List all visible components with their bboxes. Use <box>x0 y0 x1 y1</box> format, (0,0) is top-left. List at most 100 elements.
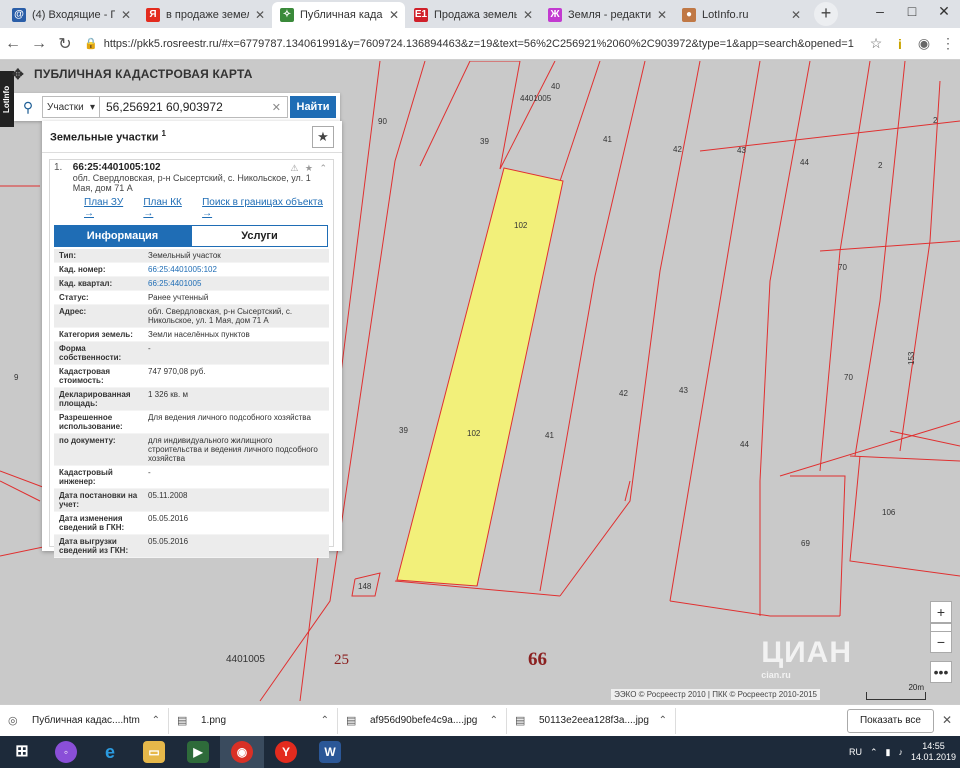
network-icon[interactable]: ▮ <box>886 747 891 758</box>
close-downloads-icon[interactable]: ✕ <box>942 713 952 727</box>
parcel-label: 41 <box>603 135 612 144</box>
parcel-label: 2 <box>878 161 883 170</box>
tab-services[interactable]: Услуги <box>191 225 328 247</box>
app-title: ✥ ПУБЛИЧНАЯ КАДАСТРОВАЯ КАРТА <box>12 66 253 82</box>
taskbar-app[interactable]: W <box>308 736 352 768</box>
search-input[interactable]: 56,256921 60,903972 ✕ <box>100 96 288 118</box>
info-row: Декларированная площадь: 1 326 кв. м <box>54 388 329 411</box>
browser-tab[interactable]: @ (4) Входящие - Почта ✕ <box>4 2 137 28</box>
browser-tab[interactable]: Яв продаже земельн ✕ <box>138 2 271 28</box>
info-value: Земли населённых пунктов <box>148 330 250 339</box>
cian-watermark: ЦИАН cian.ru <box>761 636 852 680</box>
forward-arrow-icon[interactable]: → <box>26 35 52 53</box>
card-tools-icons[interactable]: ⚠ ★ ⌃ <box>290 163 329 174</box>
download-item[interactable]: ▤ 1.png ⌃ <box>169 707 338 734</box>
alice-icon: ◦ <box>55 741 77 763</box>
close-window-icon[interactable]: ✕ <box>928 0 960 26</box>
plan-zu-link[interactable]: План ЗУ → <box>84 197 133 219</box>
browser-tab[interactable]: Ж Земля - редактиров ✕ <box>540 2 673 28</box>
info-value[interactable]: 66:25:4401005:102 <box>144 263 329 276</box>
parcel-label: 70 <box>844 373 853 382</box>
parcel-label: 44 <box>740 440 749 449</box>
clock[interactable]: 14:55 14.01.2019 <box>911 741 956 763</box>
info-value: Земельный участок <box>148 251 221 260</box>
maximize-icon[interactable]: □ <box>896 0 928 26</box>
windows-logo-icon: ⊞ <box>15 743 29 760</box>
info-value: 747 970,08 руб. <box>148 367 206 376</box>
taskbar-app[interactable]: ◦ <box>44 736 88 768</box>
search-icon[interactable]: ⚲ <box>14 99 42 116</box>
close-tab-icon[interactable]: ✕ <box>657 8 667 22</box>
downloads-bar: ◎ Публичная кадас....htm ⌃ ▤ 1.png ⌃ ▤ af956d… <box>0 704 960 736</box>
app-title-text: ПУБЛИЧНАЯ КАДАСТРОВАЯ КАРТА <box>34 67 253 81</box>
close-tab-icon[interactable]: ✕ <box>255 8 265 22</box>
address-bar[interactable]: 🔒 https://pkk5.rosreestr.ru/#x=6779787.1… <box>84 31 858 57</box>
close-tab-icon[interactable]: ✕ <box>121 8 131 22</box>
info-key: Дата выгрузки сведений из ГКН: <box>59 537 129 555</box>
info-key: Статус: <box>59 293 89 302</box>
parcel-label: 153 <box>907 351 916 365</box>
zoom-in-button[interactable]: + <box>930 601 952 623</box>
browser-tab[interactable]: ✧ Публичная кадастро ✕ <box>272 2 405 28</box>
browser-tab[interactable]: ● LotInfo.ru ✕ <box>674 2 807 28</box>
info-value: 05.05.2016 <box>148 514 189 523</box>
more-tools-button[interactable]: ••• <box>930 661 952 683</box>
tray-arrow-icon[interactable]: ⌃ <box>870 747 878 758</box>
account-icon[interactable]: ◉ <box>912 35 936 52</box>
find-button[interactable]: Найти <box>290 96 336 118</box>
download-item[interactable]: ▤ af956d90befe4c9a....jpg ⌃ <box>338 707 507 734</box>
tab-info[interactable]: Информация <box>54 225 191 247</box>
info-value[interactable]: 66:25:4401005 <box>144 277 329 290</box>
info-row: Дата выгрузки сведений из ГКН: 05.05.2016 <box>54 535 329 558</box>
scale-bar <box>866 692 926 700</box>
info-row: по документу: для индивидуального жилищно… <box>54 434 329 466</box>
plan-kk-link[interactable]: План КК → <box>143 197 192 219</box>
info-row: Дата изменения сведений в ГКН: 05.05.2016 <box>54 512 329 535</box>
download-item[interactable]: ▤ 50113e2eea128f3a....jpg ⌃ <box>507 707 676 734</box>
image-file-icon: ▤ <box>346 714 357 727</box>
extension-icon[interactable]: i <box>888 36 912 52</box>
tab-favicon-icon: ● <box>682 8 696 22</box>
close-tab-icon[interactable]: ✕ <box>523 8 533 22</box>
taskbar-app[interactable]: ◉ <box>220 736 264 768</box>
download-item[interactable]: ◎ Публичная кадас....htm ⌃ <box>0 707 169 734</box>
reload-icon[interactable]: ↻ <box>52 34 78 54</box>
info-key: Форма собственности: <box>59 344 122 362</box>
parcel-label: 148 <box>358 582 372 591</box>
bookmark-star-icon[interactable]: ☆ <box>864 35 888 52</box>
language-indicator[interactable]: RU <box>849 747 862 757</box>
info-row: Кад. квартал: 66:25:4401005 <box>54 277 329 291</box>
parcel-label: 39 <box>480 137 489 146</box>
info-value: Для ведения личного подсобного хозяйства <box>148 413 311 422</box>
search-type-value: Участки <box>47 101 84 113</box>
close-tab-icon[interactable]: ✕ <box>389 8 399 22</box>
show-all-downloads-button[interactable]: Показать все <box>846 709 934 733</box>
menu-kebab-icon[interactable]: ⋮ <box>936 35 960 52</box>
info-value: обл. Свердловская, р-н Сысертский, с. Ни… <box>148 307 293 325</box>
close-tab-icon[interactable]: ✕ <box>791 8 801 22</box>
search-in-bounds-link[interactable]: Поиск в границах объекта → <box>202 197 329 219</box>
taskbar-app[interactable]: ▶ <box>176 736 220 768</box>
new-tab-button[interactable]: + <box>814 2 838 26</box>
clear-icon[interactable]: ✕ <box>272 101 281 114</box>
parcel-label: 44 <box>800 158 809 167</box>
card-tabs: Информация Услуги <box>54 225 329 247</box>
parcel-address: обл. Свердловская, р-н Сысертский, с. Ни… <box>72 173 311 193</box>
taskbar-app[interactable]: e <box>88 736 132 768</box>
minimize-icon[interactable]: – <box>864 0 896 26</box>
search-type-select[interactable]: Участки ▾ <box>42 96 100 118</box>
info-key: Декларированная площадь: <box>59 390 131 408</box>
cadastral-map[interactable]: 4401005 40 90 39 41 42 43 44 2 2 70 70 1… <box>0 61 960 704</box>
info-key: по документу: <box>59 436 116 445</box>
info-row: Форма собственности: - <box>54 342 329 365</box>
back-arrow-icon[interactable]: ← <box>0 35 26 53</box>
taskbar-app[interactable]: Y <box>264 736 308 768</box>
zoom-out-button[interactable]: − <box>930 631 952 653</box>
start-button[interactable]: ⊞ <box>0 736 44 768</box>
parcel-label: 69 <box>801 539 810 548</box>
results-title: Земельные участки 1 <box>50 129 166 144</box>
volume-icon[interactable]: ♪ <box>898 747 903 757</box>
taskbar-app[interactable]: ▭ <box>132 736 176 768</box>
favorites-star-button[interactable]: ★ <box>312 125 334 148</box>
browser-tab[interactable]: Е1 Продажа земельных ✕ <box>406 2 539 28</box>
